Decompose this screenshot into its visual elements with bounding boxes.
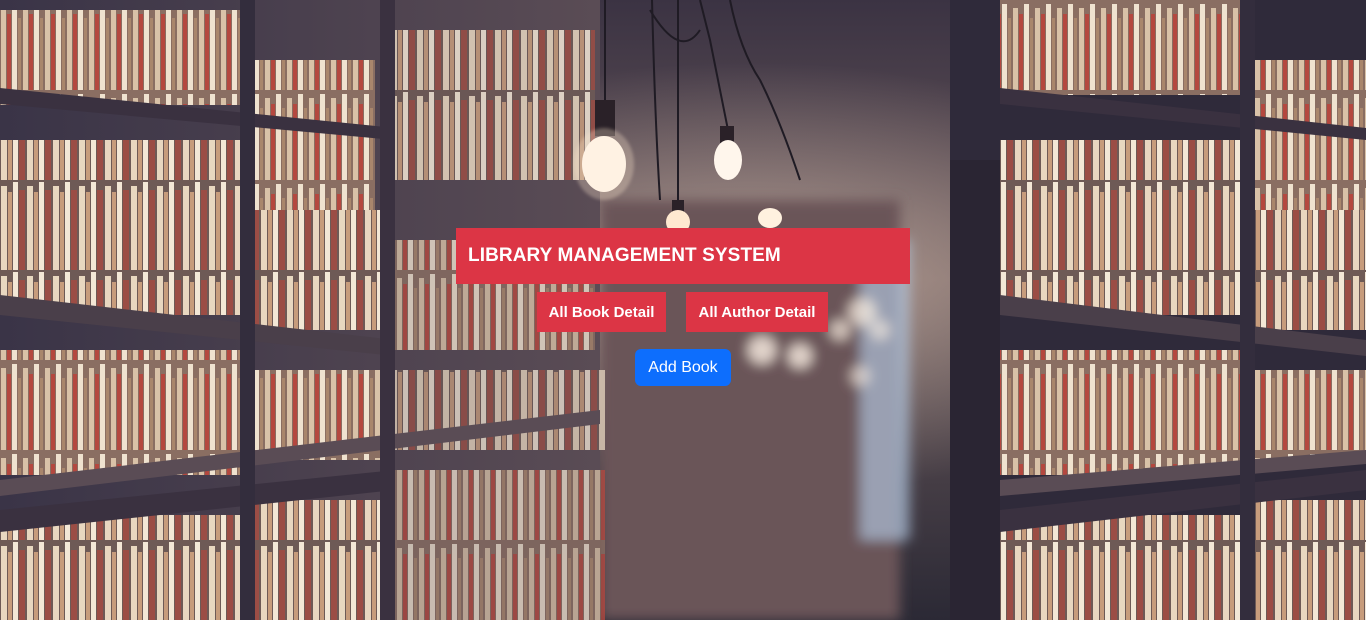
all-author-detail-button[interactable]: All Author Detail [686, 292, 828, 332]
page-title: LIBRARY MANAGEMENT SYSTEM [456, 228, 910, 284]
all-book-detail-button[interactable]: All Book Detail [537, 292, 666, 332]
add-book-button[interactable]: Add Book [635, 349, 731, 386]
page: LIBRARY MANAGEMENT SYSTEM All Book Detai… [0, 0, 1366, 620]
library-background-image [0, 0, 1366, 620]
